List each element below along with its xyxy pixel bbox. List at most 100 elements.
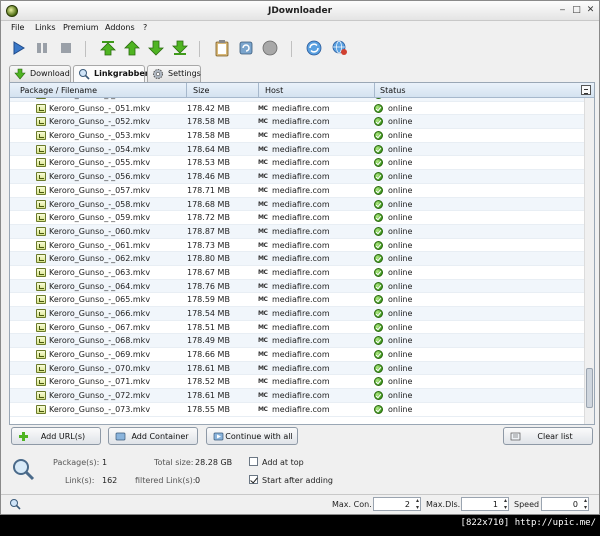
max-downloads-spinner[interactable]: 1 [461, 497, 509, 511]
minimize-icon[interactable]: ‒ [557, 5, 568, 16]
mediafire-host-icon: MC [258, 378, 268, 386]
size-cell: 178.46 MB [187, 98, 230, 99]
image-caption: [822x710] http://upic.me/ [460, 518, 596, 528]
column-chooser-icon[interactable] [581, 85, 591, 95]
menu-links[interactable]: Links [35, 23, 56, 32]
online-status-icon [374, 377, 383, 387]
video-file-icon [36, 103, 46, 113]
table-row[interactable]: Keroro_Gunso_-_060.mkv 178.87 MB MC mediafi… [10, 224, 584, 239]
scrollbar-thumb[interactable] [586, 368, 593, 408]
tab-label: Settings [168, 69, 201, 78]
table-row[interactable]: Keroro_Gunso_-_068.mkv 178.49 MB MC mediafi… [10, 334, 584, 349]
premium-icon[interactable] [261, 39, 279, 57]
host-cell: mediafire.com [272, 240, 330, 250]
online-status-icon [374, 213, 383, 223]
maximize-icon[interactable]: □ [571, 5, 582, 16]
column-header-filename[interactable]: Package / Filename [20, 86, 97, 95]
table-row[interactable]: Keroro_Gunso_-_071.mkv 178.52 MB MC mediafi… [10, 375, 584, 390]
host-cell: mediafire.com [272, 213, 330, 223]
clear-list-button[interactable]: Clear list [503, 427, 593, 445]
tab-settings[interactable]: Settings [147, 65, 201, 82]
table-row[interactable]: Keroro_Gunso_-_065.mkv 178.59 MB MC mediafi… [10, 293, 584, 307]
start-after-adding-checkbox[interactable] [249, 475, 258, 484]
stop-icon[interactable] [57, 39, 75, 57]
filename-cell: Keroro_Gunso_-_054.mkv [49, 144, 151, 154]
close-icon[interactable]: ✕ [585, 5, 596, 16]
container-icon [115, 432, 126, 441]
mediafire-host-icon: MC [258, 241, 268, 249]
start-after-adding-label: Start after adding [262, 476, 333, 485]
menu-help[interactable]: ? [143, 23, 147, 32]
toolbar-separator [199, 41, 200, 57]
table-row[interactable]: Keroro_Gunso_-_051.mkv 178.42 MB MC mediafi… [10, 101, 584, 116]
filename-cell: Keroro_Gunso_-_063.mkv [49, 267, 151, 277]
host-cell: mediafire.com [272, 117, 330, 127]
table-row[interactable]: Keroro_Gunso_-_058.mkv 178.68 MB MC mediafi… [10, 197, 584, 212]
column-header-host[interactable]: Host [265, 86, 283, 95]
menu-bar: File Links Premium Addons ? [1, 21, 599, 35]
table-row[interactable]: Keroro_Gunso_-_069.mkv 178.66 MB MC mediafi… [10, 348, 584, 362]
video-file-icon [36, 267, 46, 277]
table-row[interactable]: Keroro_Gunso_-_057.mkv 178.71 MB MC mediafi… [10, 183, 584, 198]
move-to-top-icon[interactable] [99, 39, 117, 57]
table-row[interactable]: Keroro_Gunso_-_052.mkv 178.58 MB MC mediafi… [10, 115, 584, 130]
mediafire-host-icon: MC [258, 296, 268, 304]
table-row[interactable]: Keroro_Gunso_-_061.mkv 178.73 MB MC mediafi… [10, 238, 584, 253]
menu-addons[interactable]: Addons [105, 23, 135, 32]
status-bar: Max. Con. 2 Max.Dls. 1 Speed 0 [1, 494, 599, 514]
table-row[interactable]: Keroro_Gunso_-_070.mkv 178.61 MB MC mediafi… [10, 361, 584, 376]
table-row[interactable]: Keroro_Gunso_-_067.mkv 178.51 MB MC mediafi… [10, 320, 584, 335]
filename-cell: Keroro_Gunso_-_071.mkv [49, 377, 151, 387]
tab-download[interactable]: Download [9, 65, 71, 82]
table-row[interactable]: Keroro_Gunso_-_059.mkv 178.72 MB MC mediafi… [10, 211, 584, 225]
add-urls-button[interactable]: Add URL(s) [11, 427, 101, 445]
mediafire-host-icon: MC [258, 145, 268, 153]
tab-linkgrabber[interactable]: Linkgrabber [73, 65, 149, 83]
play-icon[interactable] [9, 39, 27, 57]
table-row[interactable]: Keroro_Gunso_-_064.mkv 178.76 MB MC mediafi… [10, 279, 584, 294]
move-to-bottom-icon[interactable] [171, 39, 189, 57]
mediafire-host-icon: MC [258, 351, 268, 359]
title-bar: JDownloader ‒ □ ✕ [1, 1, 599, 21]
status-cell: online [388, 404, 413, 414]
filename-cell: Keroro_Gunso_-_059.mkv [49, 213, 151, 223]
table-row[interactable]: Keroro_Gunso_-_056.mkv 178.46 MB MC mediafi… [10, 170, 584, 184]
add-container-button[interactable]: Add Container [108, 427, 198, 445]
reconnect-icon[interactable] [237, 39, 255, 57]
mediafire-host-icon: MC [258, 173, 268, 181]
network-globe-icon[interactable] [331, 39, 349, 57]
table-row[interactable]: Keroro_Gunso_-_066.mkv 178.54 MB MC mediafi… [10, 307, 584, 321]
menu-premium[interactable]: Premium [63, 23, 99, 32]
speed-limit-spinner[interactable]: 0 [541, 497, 589, 511]
update-icon[interactable] [305, 39, 323, 57]
size-cell: 178.61 MB [187, 391, 230, 401]
pause-icon[interactable] [33, 39, 51, 57]
packages-value: 1 [102, 458, 108, 467]
table-row[interactable]: Keroro_Gunso_-_073.mkv 178.55 MB MC mediafi… [10, 402, 584, 417]
table-row[interactable]: Keroro_Gunso_-_054.mkv 178.64 MB MC mediafi… [10, 142, 584, 157]
table-row[interactable]: Keroro_Gunso_-_055.mkv 178.53 MB MC mediafi… [10, 156, 584, 171]
online-status-icon [374, 158, 383, 168]
video-file-icon [36, 240, 46, 250]
table-row[interactable]: Keroro_Gunso_-_072.mkv 178.61 MB MC mediafi… [10, 389, 584, 403]
table-row[interactable]: Keroro_Gunso_-_063.mkv 178.67 MB MC mediafi… [10, 265, 584, 280]
move-up-icon[interactable] [123, 39, 141, 57]
size-cell: 178.73 MB [187, 240, 230, 250]
column-header-status[interactable]: Status [380, 86, 406, 95]
add-at-top-checkbox[interactable] [249, 457, 258, 466]
move-down-icon[interactable] [147, 39, 165, 57]
vertical-scrollbar[interactable] [584, 98, 594, 424]
continue-with-all-button[interactable]: Continue with all [206, 427, 298, 445]
table-row[interactable]: Keroro_Gunso_-_053.mkv 178.58 MB MC mediafi… [10, 129, 584, 143]
column-divider [186, 83, 187, 98]
size-cell: 178.76 MB [187, 281, 230, 291]
column-header-size[interactable]: Size [193, 86, 209, 95]
table-row[interactable]: Keroro_Gunso_-_062.mkv 178.80 MB MC mediafi… [10, 252, 584, 266]
menu-file[interactable]: File [11, 23, 24, 32]
max-connections-spinner[interactable]: 2 [373, 497, 421, 511]
size-cell: 178.52 MB [187, 377, 230, 387]
clipboard-icon[interactable] [213, 39, 231, 57]
linkgrabber-status-icon[interactable] [9, 498, 21, 510]
status-cell: online [388, 350, 413, 360]
status-cell: online [388, 336, 413, 346]
